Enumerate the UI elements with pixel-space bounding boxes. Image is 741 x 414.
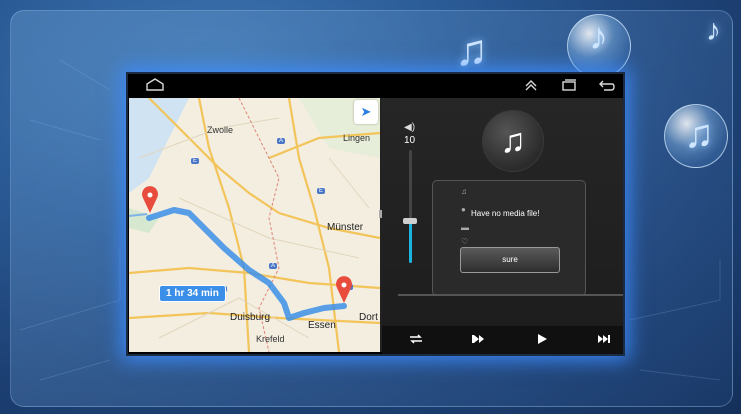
place-label-munster: Münster: [327, 222, 364, 233]
recents-icon[interactable]: [561, 78, 577, 96]
highway-shield: A: [277, 138, 286, 144]
no-media-dialog: ♫ ● Have no media file! ▬ ♡ sure: [432, 180, 586, 296]
highway-shield: E: [317, 188, 326, 194]
highway-shield: E: [191, 158, 200, 164]
repeat-icon[interactable]: [408, 332, 424, 349]
folder-icon: ▬: [461, 223, 469, 232]
music-note-icon: ♪: [589, 16, 608, 58]
place-label-dort: Dort: [359, 312, 378, 323]
music-note-icon: ♪: [706, 14, 721, 47]
system-bar: [128, 74, 623, 98]
music-note-icon: ♫: [684, 112, 714, 156]
music-note-icon: ♫: [461, 187, 467, 196]
dialog-message: Have no media file!: [471, 209, 540, 218]
navigation-map[interactable]: Zwolle Lingen Münster Duisburg Essen Dor…: [129, 98, 380, 352]
place-label-krefeld: Krefeld: [256, 334, 285, 344]
highway-shield: A: [269, 263, 278, 269]
volume-slider-thumb[interactable]: [403, 218, 417, 224]
music-note-icon: ♫: [455, 26, 488, 75]
play-icon[interactable]: [535, 332, 549, 349]
volume-icon: ◀): [404, 122, 416, 133]
place-label-lingen: Lingen: [343, 133, 371, 143]
place-label-zwolle: Zwolle: [207, 125, 234, 135]
album-art-music-note-icon: ♫: [482, 110, 544, 172]
head-unit-screen: Zwolle Lingen Münster Duisburg Essen Dor…: [128, 74, 623, 354]
previous-icon[interactable]: [470, 332, 486, 349]
volume-slider-fill: [409, 219, 412, 263]
place-label-essen: Essen: [308, 320, 336, 331]
back-icon[interactable]: [598, 78, 616, 96]
place-label-duisburg: Duisburg: [230, 312, 271, 323]
sure-button[interactable]: sure: [460, 247, 560, 273]
chevron-up-icon[interactable]: [524, 78, 538, 96]
next-icon[interactable]: [596, 332, 612, 349]
artist-icon: ●: [461, 205, 466, 214]
home-icon[interactable]: [145, 78, 165, 96]
volume-value: 10: [404, 135, 416, 146]
playback-controls: [382, 326, 623, 354]
heart-icon: ♡: [461, 237, 469, 246]
playback-progress-bar[interactable]: [398, 294, 623, 296]
route-time-badge[interactable]: 1 hr 34 min: [159, 285, 226, 302]
music-player: ◀) 10 ♫ ♫ ● Have no media file! ▬ ♡ sure: [382, 98, 623, 354]
location-arrow-icon[interactable]: ➤: [354, 100, 378, 124]
